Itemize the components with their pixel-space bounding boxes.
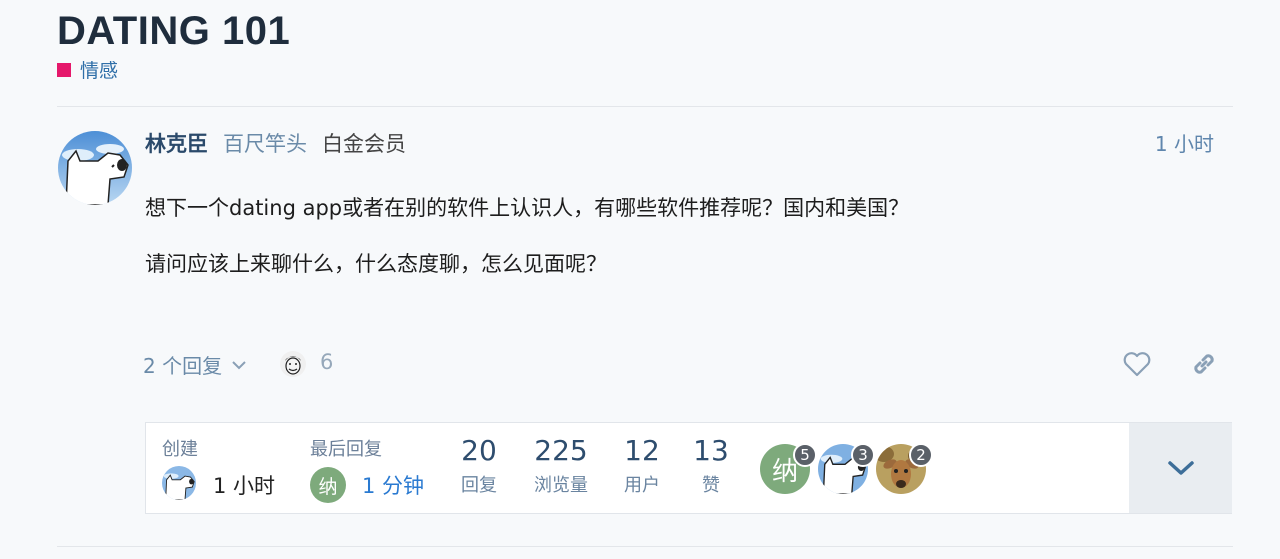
stat-views: 225 浏览量	[526, 435, 596, 497]
participant-post-count-badge: 3	[851, 443, 875, 467]
replies-count-label: 2 个回复	[143, 354, 223, 378]
post-meta: 林克臣 百尺竿头 白金会员	[145, 128, 406, 158]
post-username[interactable]: 林克臣	[145, 128, 208, 158]
share-link-button[interactable]	[1188, 348, 1220, 380]
stat-value: 20	[461, 434, 497, 467]
topic-title[interactable]: DATING 101	[57, 7, 290, 55]
last-reply-time[interactable]: 1 分钟	[362, 470, 424, 500]
divider	[57, 106, 1233, 107]
post-paragraph: 请问应该上来聊什么，什么态度聊，怎么见面呢？	[145, 252, 607, 276]
last-reply-avatar[interactable]: 纳	[310, 467, 346, 503]
post-full-name: 百尺竿头	[223, 132, 307, 156]
creator-avatar[interactable]	[162, 466, 196, 500]
category-color-swatch	[57, 62, 71, 77]
face-avatar-icon	[280, 351, 306, 377]
stat-label: 赞	[702, 475, 720, 496]
post-paragraph: 想下一个dating app或者在别的软件上认识人，有哪些软件推荐呢？国内和美国…	[145, 196, 910, 220]
dog-avatar-icon	[162, 466, 196, 500]
topic-page: DATING 101 情感 林克臣 百尺竿头 白金会员 1 小时 想下一个dat	[0, 0, 1280, 559]
created-time[interactable]: 1 小时	[213, 470, 275, 500]
stat-likes: 13 赞	[691, 435, 731, 497]
participant-post-count-badge: 5	[793, 443, 817, 467]
last-reply-label: 最后回复	[310, 439, 382, 460]
stat-label: 浏览量	[534, 475, 588, 496]
stat-replies: 20 回复	[457, 435, 501, 497]
category-badge[interactable]: 情感	[57, 56, 118, 83]
like-button[interactable]	[1122, 349, 1152, 379]
chevron-down-icon	[232, 360, 246, 369]
stat-value: 13	[693, 434, 729, 467]
category-label: 情感	[80, 60, 119, 82]
user-flair: 白金会员	[322, 132, 406, 156]
stat-users: 12 用户	[619, 435, 665, 497]
divider	[57, 546, 1233, 547]
stat-value: 12	[624, 434, 660, 467]
chevron-down-icon	[1167, 461, 1194, 475]
dog-avatar-icon	[58, 131, 132, 205]
topic-summary: 创建 最后回复 1 小时 纳 1 分钟 20 回复 225 浏览量 12 用户 …	[145, 422, 1232, 514]
user-avatar[interactable]	[58, 131, 132, 205]
stat-label: 回复	[461, 475, 497, 496]
reader-count: 6	[320, 350, 334, 374]
post-time[interactable]: 1 小时	[1155, 128, 1214, 157]
link-icon	[1194, 354, 1214, 374]
created-label: 创建	[162, 439, 198, 460]
replies-toggle-button[interactable]: 2 个回复	[143, 350, 248, 379]
stat-label: 用户	[624, 475, 660, 496]
heart-icon	[1123, 352, 1151, 377]
participant-post-count-badge: 2	[909, 443, 933, 467]
reader-avatar[interactable]	[280, 351, 306, 377]
expand-summary-button[interactable]	[1129, 423, 1232, 513]
stat-value: 225	[534, 434, 588, 467]
